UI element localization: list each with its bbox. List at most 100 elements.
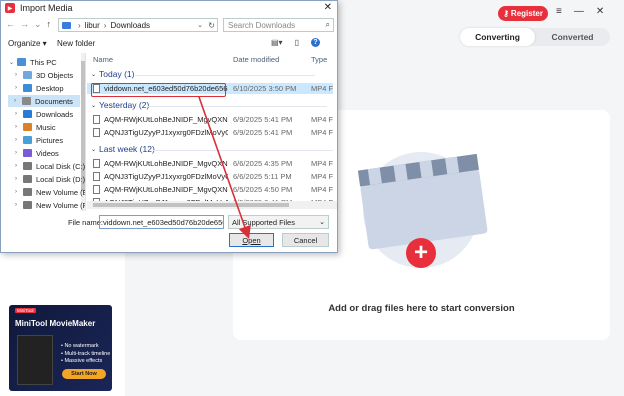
promo-feature: • Massive effects [61, 358, 103, 364]
nav-item[interactable]: › Pictures [9, 134, 63, 146]
download-icon [23, 110, 32, 118]
hscroll-thumb[interactable] [93, 203, 289, 207]
file-date: 6/5/2025 4:50 PM [233, 185, 293, 194]
file-name: AQM-RWjKUtLohBeJNIDF_MgvQXNMXL... [104, 159, 228, 168]
collapse-icon[interactable]: ⌄ [91, 71, 96, 78]
horizontal-scrollbar[interactable] [87, 201, 337, 209]
forward-icon[interactable]: → [20, 19, 29, 30]
nav-item[interactable]: › Local Disk (C:) [9, 160, 85, 172]
nav-expand-icon[interactable]: ⌄ [9, 59, 15, 66]
file-row[interactable]: AQNJ3TigUZyyPJ1xyxrg0FDzlMoVyQfgtL... 6/6… [87, 171, 333, 182]
up-icon[interactable]: ↑ [47, 19, 52, 30]
pictures-icon [23, 136, 32, 144]
minimize-icon[interactable]: — [574, 6, 584, 17]
product-box-image [17, 335, 53, 385]
refresh-icon[interactable]: ↻ [208, 21, 215, 30]
nav-item[interactable]: › 3D Objects [9, 69, 73, 81]
file-date: 6/9/2025 5:41 PM [233, 128, 293, 137]
nav-item[interactable]: › Downloads [9, 108, 73, 120]
file-type: MP4 F [311, 115, 334, 124]
address-bar-row: ← → ⌄ ↑ › libur › Downloads ⌄ ↻ Search D… [1, 16, 337, 34]
preview-pane-icon[interactable]: ▯ [295, 38, 299, 47]
file-row[interactable]: AQM-RWjKUtLohBeJNIDF_MgvQXNMXL... 6/5/202… [87, 184, 333, 195]
search-icon: ⌕ [325, 20, 330, 29]
file-row[interactable]: AQM-RWjKUtLohBeJNIDF_MgvQXNMXL... 6/6/202… [87, 158, 333, 169]
open-button[interactable]: Open [229, 233, 274, 247]
folder-icon [62, 21, 71, 29]
nav-expand-icon[interactable]: › [15, 124, 21, 130]
register-button[interactable]: ⚷ Register [498, 6, 548, 21]
group-divider [153, 150, 333, 151]
file-row[interactable]: AQNJ3TigUZyyPJ1xyxrg0FDzlMoVyQfgtL... 6/9… [87, 127, 333, 138]
file-name: AQM-RWjKUtLohBeJNIDF_MgvQXNMXL... [104, 115, 228, 124]
close-icon[interactable]: ✕ [596, 6, 604, 17]
start-now-button[interactable]: Start Now [62, 369, 106, 379]
nav-expand-icon[interactable]: › [15, 85, 21, 91]
nav-expand-icon[interactable]: › [15, 163, 21, 169]
file-type: MP4 F [311, 84, 334, 93]
nav-expand-icon[interactable]: › [15, 202, 21, 208]
menu-icon[interactable]: ≡ [556, 6, 562, 17]
column-name[interactable]: Name [93, 53, 113, 65]
nav-item[interactable]: › Desktop [9, 82, 64, 94]
add-file-button[interactable]: + [406, 238, 436, 268]
nav-item[interactable]: › Local Disk (D:) [9, 173, 85, 185]
promo-feature: • No watermark [61, 343, 99, 349]
nav-expand-icon[interactable]: › [15, 189, 21, 195]
navigation-pane: ⌄ This PC › 3D Objects › Desktop › Documents › Do… [1, 53, 86, 211]
video-file-icon [93, 128, 100, 137]
column-date[interactable]: Date modified [233, 53, 279, 65]
dialog-titlebar: ▶ Import Media ✕ [1, 1, 337, 15]
nav-item[interactable]: › Videos [9, 147, 59, 159]
collapse-icon[interactable]: ⌄ [91, 146, 96, 153]
group-header[interactable]: ⌄ Yesterday (2) [91, 100, 149, 110]
group-header[interactable]: ⌄ Today (1) [91, 69, 134, 79]
nav-expand-icon[interactable]: › [15, 150, 21, 156]
address-dropdown-icon[interactable]: ⌄ [197, 21, 203, 29]
nav-expand-icon[interactable]: › [15, 72, 21, 78]
new-folder-button[interactable]: New folder [57, 39, 95, 48]
group-header[interactable]: ⌄ Last week (12) [91, 144, 155, 154]
file-type-value: All Supported Files [232, 218, 295, 227]
column-type[interactable]: Type [311, 53, 327, 65]
nav-item[interactable]: › Documents [8, 95, 80, 107]
promo-banner[interactable]: MiniTool MiniTool MovieMaker • No waterm… [9, 305, 112, 391]
nav-item[interactable]: › New Volume (E:) [9, 186, 85, 198]
file-name: AQM-RWjKUtLohBeJNIDF_MgvQXNMXL... [104, 185, 228, 194]
collapse-icon[interactable]: ⌄ [91, 102, 96, 109]
disk-icon [23, 188, 32, 196]
nav-item-label: Local Disk (D:) [36, 174, 86, 184]
nav-expand-icon[interactable]: › [15, 176, 21, 182]
address-bar[interactable]: › libur › Downloads ⌄ ↻ [58, 18, 218, 32]
nav-item[interactable]: ⌄ This PC [9, 56, 57, 68]
file-date: 6/6/2025 4:35 PM [233, 159, 293, 168]
view-controls: ▤▾ ▯ ? [271, 38, 320, 47]
cancel-button[interactable]: Cancel [282, 233, 329, 247]
breadcrumb-user[interactable]: libur [85, 21, 100, 30]
nav-item[interactable]: › New Volume (F:) [9, 199, 85, 211]
file-row[interactable]: AQM-RWjKUtLohBeJNIDF_MgvQXNMXL...6/5/202… [87, 210, 333, 211]
group-label: Last week (12) [99, 144, 155, 154]
back-icon[interactable]: ← [6, 19, 15, 30]
organize-button[interactable]: Organize ▾ [8, 39, 47, 48]
nav-item[interactable]: › Music [9, 121, 56, 133]
help-icon[interactable]: ? [310, 38, 320, 47]
cube-icon [23, 71, 32, 79]
nav-expand-icon[interactable]: › [15, 111, 21, 117]
nav-expand-icon[interactable]: › [15, 137, 21, 143]
file-row[interactable]: AQM-RWjKUtLohBeJNIDF_MgvQXNMXL... 6/9/202… [87, 114, 333, 125]
desktop-icon [23, 84, 32, 92]
recent-chevron-icon[interactable]: ⌄ [34, 19, 42, 30]
tab-converted[interactable]: Converted [535, 28, 610, 46]
nav-expand-icon[interactable]: › [14, 98, 20, 104]
file-name-input[interactable]: viddown.net_e603ed50d76b20de65682 [99, 215, 224, 229]
dialog-close-icon[interactable]: ✕ [324, 2, 332, 13]
file-type-select[interactable]: All Supported Files ⌄ [228, 215, 329, 229]
nav-item-label: Local Disk (C:) [36, 161, 86, 171]
command-bar: Organize ▾ New folder ▤▾ ▯ ? [1, 36, 337, 52]
view-options-icon[interactable]: ▤▾ [271, 38, 283, 47]
tab-converting[interactable]: Converting [460, 28, 535, 46]
group-label: Yesterday (2) [99, 100, 150, 110]
search-input[interactable]: Search Downloads ⌕ [223, 18, 334, 32]
breadcrumb-downloads[interactable]: Downloads [110, 21, 150, 30]
